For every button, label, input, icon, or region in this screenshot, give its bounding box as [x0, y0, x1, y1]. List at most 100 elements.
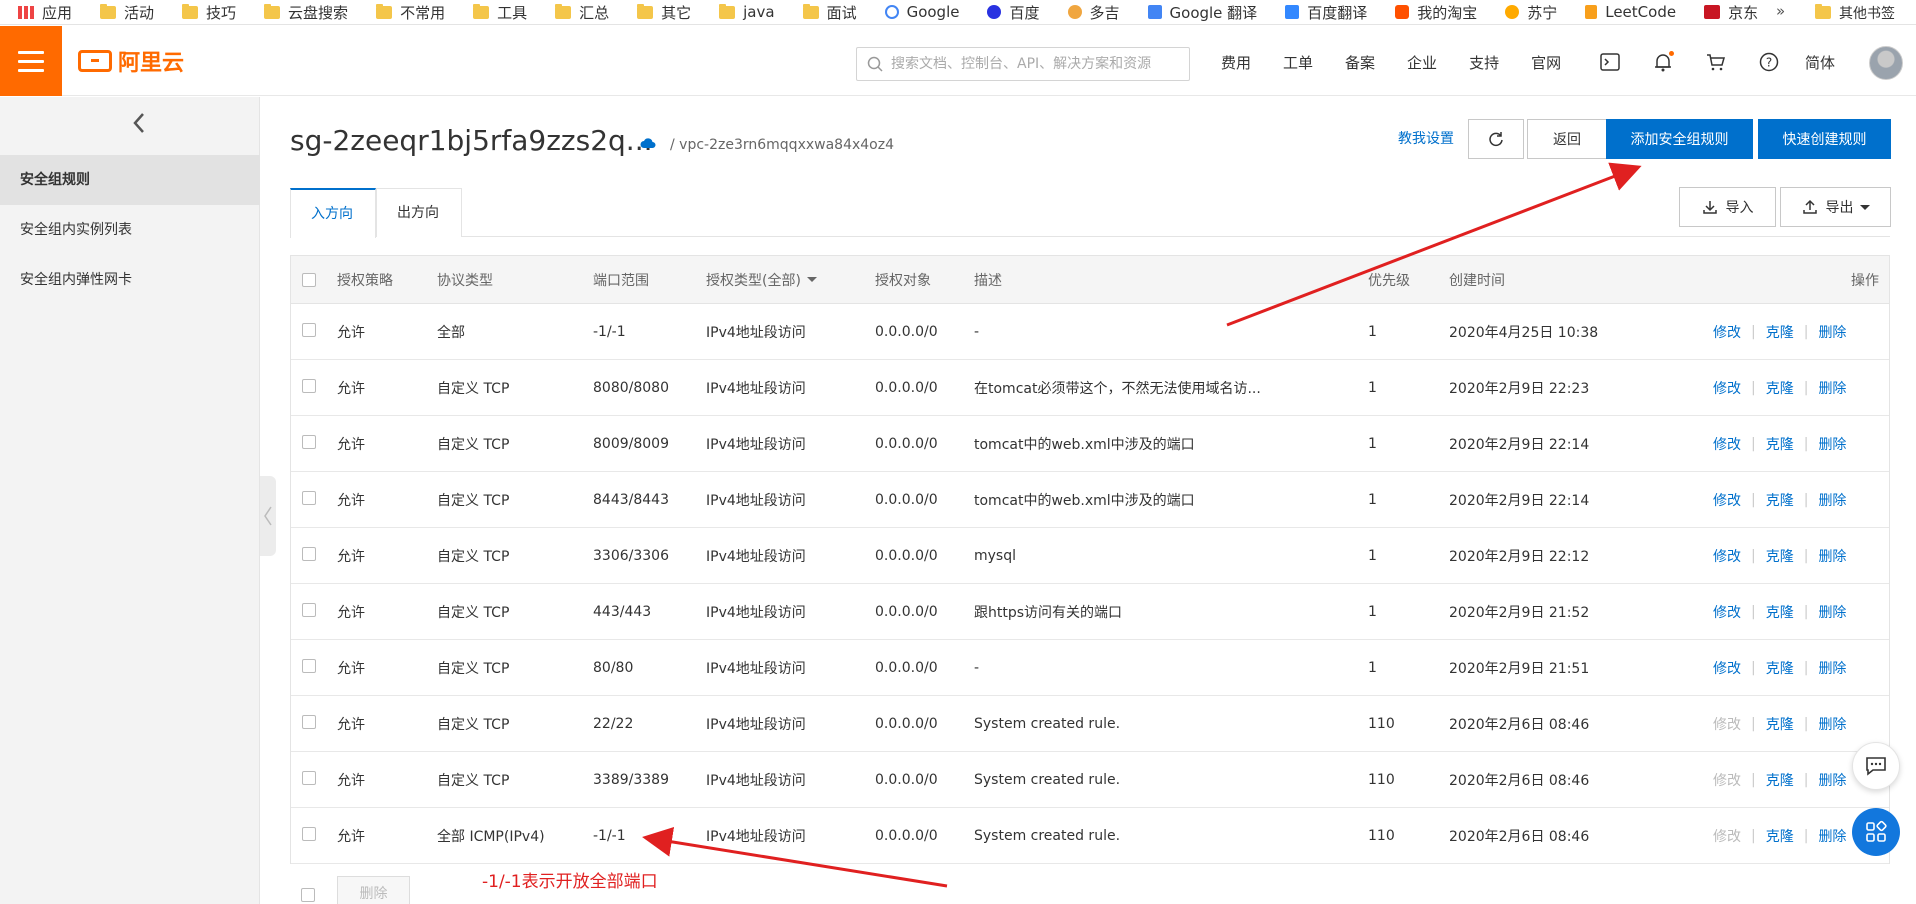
clone-link[interactable]: 克隆: [1766, 490, 1794, 510]
tab-outbound[interactable]: 出方向: [376, 188, 462, 237]
bookmarks-more-button[interactable]: »: [1776, 2, 1785, 20]
nav-link[interactable]: 企业: [1407, 52, 1437, 73]
import-button[interactable]: 导入: [1679, 187, 1776, 227]
clone-link[interactable]: 克隆: [1766, 770, 1794, 790]
help-setup-link[interactable]: 教我设置: [1398, 128, 1454, 148]
bookmark-item[interactable]: 应用: [18, 2, 72, 23]
aliyun-logo[interactable]: 阿里云: [78, 48, 184, 76]
bookmark-item[interactable]: 技巧: [182, 2, 236, 23]
bookmark-item[interactable]: 其它: [637, 2, 691, 23]
edit-link[interactable]: 修改: [1713, 378, 1741, 398]
sidebar-item-rules[interactable]: 安全组规则: [0, 155, 260, 205]
nav-link[interactable]: 工单: [1283, 52, 1313, 73]
delete-link[interactable]: 删除: [1818, 602, 1846, 622]
edit-link[interactable]: 修改: [1713, 826, 1741, 846]
menu-button[interactable]: [0, 26, 62, 96]
cell-desc: System created rule.: [974, 771, 1121, 788]
bell-icon[interactable]: [1649, 48, 1677, 76]
search-input[interactable]: [891, 56, 1181, 72]
row-checkbox[interactable]: [302, 826, 316, 841]
bookmark-item[interactable]: 云盘搜索: [264, 2, 348, 23]
global-search[interactable]: [856, 47, 1190, 81]
row-checkbox[interactable]: [302, 602, 316, 617]
sidebar-item-instances[interactable]: 安全组内实例列表: [0, 205, 260, 255]
edit-link[interactable]: 修改: [1713, 714, 1741, 734]
sidebar-collapse-handle[interactable]: [260, 476, 276, 556]
edit-link[interactable]: 修改: [1713, 770, 1741, 790]
edit-link[interactable]: 修改: [1713, 546, 1741, 566]
delete-link[interactable]: 删除: [1818, 658, 1846, 678]
bookmark-item[interactable]: 面试: [802, 2, 857, 23]
delete-link[interactable]: 删除: [1818, 770, 1846, 790]
bookmark-other[interactable]: 其他书签: [1815, 0, 1895, 25]
edit-link[interactable]: 修改: [1713, 602, 1741, 622]
clone-link[interactable]: 克隆: [1766, 378, 1794, 398]
bottom-select-all-checkbox[interactable]: [301, 888, 315, 902]
row-checkbox[interactable]: [302, 490, 316, 505]
clone-link[interactable]: 克隆: [1766, 826, 1794, 846]
cart-icon[interactable]: [1702, 48, 1730, 76]
bookmark-item[interactable]: 我的淘宝: [1395, 2, 1477, 23]
edit-link[interactable]: 修改: [1713, 658, 1741, 678]
nav-link[interactable]: 费用: [1221, 52, 1251, 73]
delete-link[interactable]: 删除: [1818, 546, 1846, 566]
vpc-id[interactable]: / vpc-2ze3rn6mqqxxwa84x4oz4: [670, 137, 894, 153]
bookmark-item[interactable]: Google: [884, 3, 959, 21]
clone-link[interactable]: 克隆: [1766, 714, 1794, 734]
delete-link[interactable]: 删除: [1818, 322, 1846, 342]
edit-link[interactable]: 修改: [1713, 322, 1741, 342]
row-checkbox[interactable]: [302, 770, 316, 785]
delete-link[interactable]: 删除: [1818, 434, 1846, 454]
delete-link[interactable]: 删除: [1818, 826, 1846, 846]
clone-link[interactable]: 克隆: [1766, 434, 1794, 454]
bookmark-item[interactable]: 京东: [1704, 2, 1758, 23]
bookmark-item[interactable]: 活动: [100, 2, 154, 23]
row-checkbox[interactable]: [302, 378, 316, 393]
back-button[interactable]: 返回: [1527, 119, 1607, 159]
nav-link[interactable]: 备案: [1345, 52, 1375, 73]
clone-link[interactable]: 克隆: [1766, 322, 1794, 342]
bookmark-item[interactable]: 多吉: [1067, 2, 1120, 23]
delete-link[interactable]: 删除: [1818, 378, 1846, 398]
tab-inbound[interactable]: 入方向: [290, 188, 376, 238]
row-checkbox[interactable]: [302, 546, 316, 561]
row-checkbox[interactable]: [302, 322, 316, 337]
delete-link[interactable]: 删除: [1818, 490, 1846, 510]
bookmark-item[interactable]: 工具: [473, 2, 527, 23]
chevron-left-icon[interactable]: [128, 111, 152, 135]
terminal-icon[interactable]: [1596, 48, 1624, 76]
nav-link[interactable]: 官网: [1531, 52, 1561, 73]
bookmark-item[interactable]: java: [719, 3, 775, 21]
help-icon[interactable]: ?: [1755, 48, 1783, 76]
row-checkbox[interactable]: [302, 434, 316, 449]
bookmark-item[interactable]: 苏宁: [1505, 2, 1557, 23]
add-rule-button[interactable]: 添加安全组规则: [1606, 119, 1753, 159]
row-checkbox[interactable]: [302, 714, 316, 729]
language-switch[interactable]: 简体: [1805, 52, 1835, 73]
edit-link[interactable]: 修改: [1713, 434, 1741, 454]
clone-link[interactable]: 克隆: [1766, 602, 1794, 622]
apps-float-button[interactable]: [1852, 808, 1900, 856]
sidebar-item-eni[interactable]: 安全组内弹性网卡: [0, 255, 260, 305]
bulk-delete-button[interactable]: 删除: [337, 876, 410, 904]
export-button[interactable]: 导出: [1780, 187, 1891, 227]
bookmark-item[interactable]: 百度: [987, 2, 1040, 23]
quick-create-rule-button[interactable]: 快速创建规则: [1758, 119, 1891, 159]
delete-link[interactable]: 删除: [1818, 714, 1846, 734]
bookmark-item[interactable]: 汇总: [555, 2, 609, 23]
nav-link[interactable]: 支持: [1469, 52, 1499, 73]
col-auth-type[interactable]: 授权类型(全部): [706, 256, 817, 303]
tabs-divider: [290, 236, 1890, 237]
select-all-checkbox[interactable]: [302, 272, 316, 287]
bookmark-item[interactable]: 百度翻译: [1285, 2, 1367, 23]
clone-link[interactable]: 克隆: [1766, 658, 1794, 678]
bookmark-item[interactable]: LeetCode: [1585, 3, 1676, 21]
row-checkbox[interactable]: [302, 658, 316, 673]
avatar[interactable]: [1869, 46, 1903, 80]
clone-link[interactable]: 克隆: [1766, 546, 1794, 566]
edit-link[interactable]: 修改: [1713, 490, 1741, 510]
bookmark-item[interactable]: Google 翻译: [1147, 2, 1257, 23]
bookmark-item[interactable]: 不常用: [376, 2, 445, 23]
refresh-button[interactable]: [1468, 119, 1524, 159]
feedback-button[interactable]: [1852, 742, 1900, 790]
